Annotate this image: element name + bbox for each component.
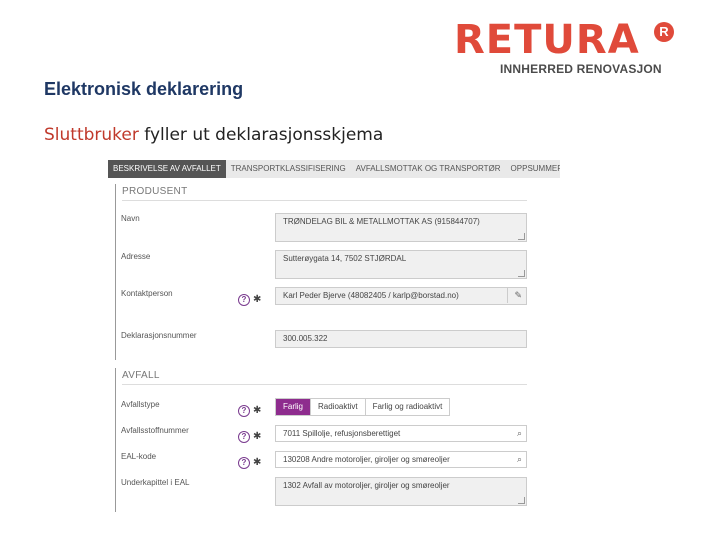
number-markers: ? ✱ — [238, 428, 262, 443]
required-icon: ✱ — [253, 294, 262, 306]
label-adresse: Adresse — [121, 252, 151, 261]
contact-person-field[interactable]: Karl Peder Bjerve (48082405 / karlp@bors… — [275, 287, 527, 305]
form-tabs: BESKRIVELSE AV AVFALLET TRANSPORTKLASSIFI… — [108, 160, 560, 178]
type-markers: ? ✱ — [238, 402, 262, 417]
label-eal-kode: EAL-kode — [121, 452, 157, 461]
eal-code-input[interactable]: 130208 Andre motoroljer, giroljer og smø… — [275, 451, 527, 468]
name-field[interactable]: TRØNDELAG BIL & METALLMOTTAK AS (9158447… — [275, 213, 527, 242]
declaration-number-value: 300.005.322 — [283, 334, 328, 343]
tab-avfallsmottak[interactable]: AVFALLSMOTTAK OG TRANSPORTØR — [351, 160, 506, 178]
pencil-icon[interactable]: ✎ — [514, 290, 522, 300]
help-icon[interactable]: ? — [238, 456, 250, 469]
label-kontaktperson: Kontaktperson — [121, 289, 173, 298]
page-subtitle: Sluttbruker fyller ut deklarasjonsskjema — [44, 125, 383, 145]
eal-code-value: 130208 Andre motoroljer, giroljer og smø… — [283, 455, 450, 464]
label-avfallsstoffnummer: Avfallsstoffnummer — [121, 426, 189, 435]
logo-registered-icon: R — [654, 22, 674, 42]
address-value: Sutterøygata 14, 7502 STJØRDAL — [283, 254, 407, 263]
resize-handle-icon[interactable] — [518, 270, 525, 277]
retura-logo: RETURA R INNHERRED RENOVASJON — [452, 18, 680, 78]
logo-tagline: INNHERRED RENOVASJON — [500, 62, 662, 76]
resize-handle-icon[interactable] — [518, 233, 525, 240]
subtitle-rest: fyller ut deklarasjonsskjema — [138, 125, 384, 145]
name-value: TRØNDELAG BIL & METALLMOTTAK AS (9158447… — [283, 217, 480, 226]
waste-type-radioaktivt[interactable]: Radioaktivt — [311, 399, 366, 415]
help-icon[interactable]: ? — [238, 293, 250, 306]
label-avfallstype: Avfallstype — [121, 400, 160, 409]
tab-oppsummering[interactable]: OPPSUMMERING OG — [506, 160, 560, 178]
waste-type-farlig[interactable]: Farlig — [276, 399, 312, 415]
waste-number-input[interactable]: 7011 Spillolje, refusjonsberettiget ⌕ — [275, 425, 527, 442]
waste-type-selector: Farlig Radioaktivt Farlig og radioaktivt — [275, 398, 451, 416]
contact-person-value: Karl Peder Bjerve (48082405 / karlp@bors… — [283, 291, 459, 300]
search-icon[interactable]: ⌕ — [517, 428, 522, 438]
subchapter-value: 1302 Avfall av motoroljer, giroljer og s… — [283, 481, 450, 490]
field-separator — [507, 288, 508, 303]
resize-handle-icon[interactable] — [518, 497, 525, 504]
tab-beskrivelse[interactable]: BESKRIVELSE AV AVFALLET — [108, 160, 226, 178]
eal-markers: ? ✱ — [238, 454, 262, 469]
tab-transportklassifisering[interactable]: TRANSPORTKLASSIFISERING — [226, 160, 351, 178]
waste-number-value: 7011 Spillolje, refusjonsberettiget — [283, 429, 401, 438]
waste-type-farlig-og-radioaktivt[interactable]: Farlig og radioaktivt — [366, 399, 450, 415]
label-underkapittel: Underkapittel i EAL — [121, 478, 190, 487]
logo-wordmark: RETURA — [454, 17, 640, 63]
section-divider — [122, 200, 527, 201]
subtitle-accent: Sluttbruker — [44, 125, 139, 145]
label-navn: Navn — [121, 214, 140, 223]
help-icon[interactable]: ? — [238, 404, 250, 417]
required-icon: ✱ — [253, 431, 262, 443]
required-icon: ✱ — [253, 405, 262, 417]
declaration-number-field: 300.005.322 — [275, 330, 527, 348]
section-title-produsent: PRODUSENT — [122, 186, 188, 197]
section-title-avfall: AVFALL — [122, 370, 160, 381]
required-icon: ✱ — [253, 457, 262, 469]
search-icon[interactable]: ⌕ — [517, 454, 522, 464]
subchapter-field[interactable]: 1302 Avfall av motoroljer, giroljer og s… — [275, 477, 527, 506]
label-deklarasjonsnummer: Deklarasjonsnummer — [121, 331, 197, 340]
section-divider — [122, 384, 527, 385]
contact-markers: ? ✱ — [238, 291, 262, 306]
help-icon[interactable]: ? — [238, 430, 250, 443]
address-field[interactable]: Sutterøygata 14, 7502 STJØRDAL — [275, 250, 527, 279]
page-title: Elektronisk deklarering — [44, 79, 244, 99]
